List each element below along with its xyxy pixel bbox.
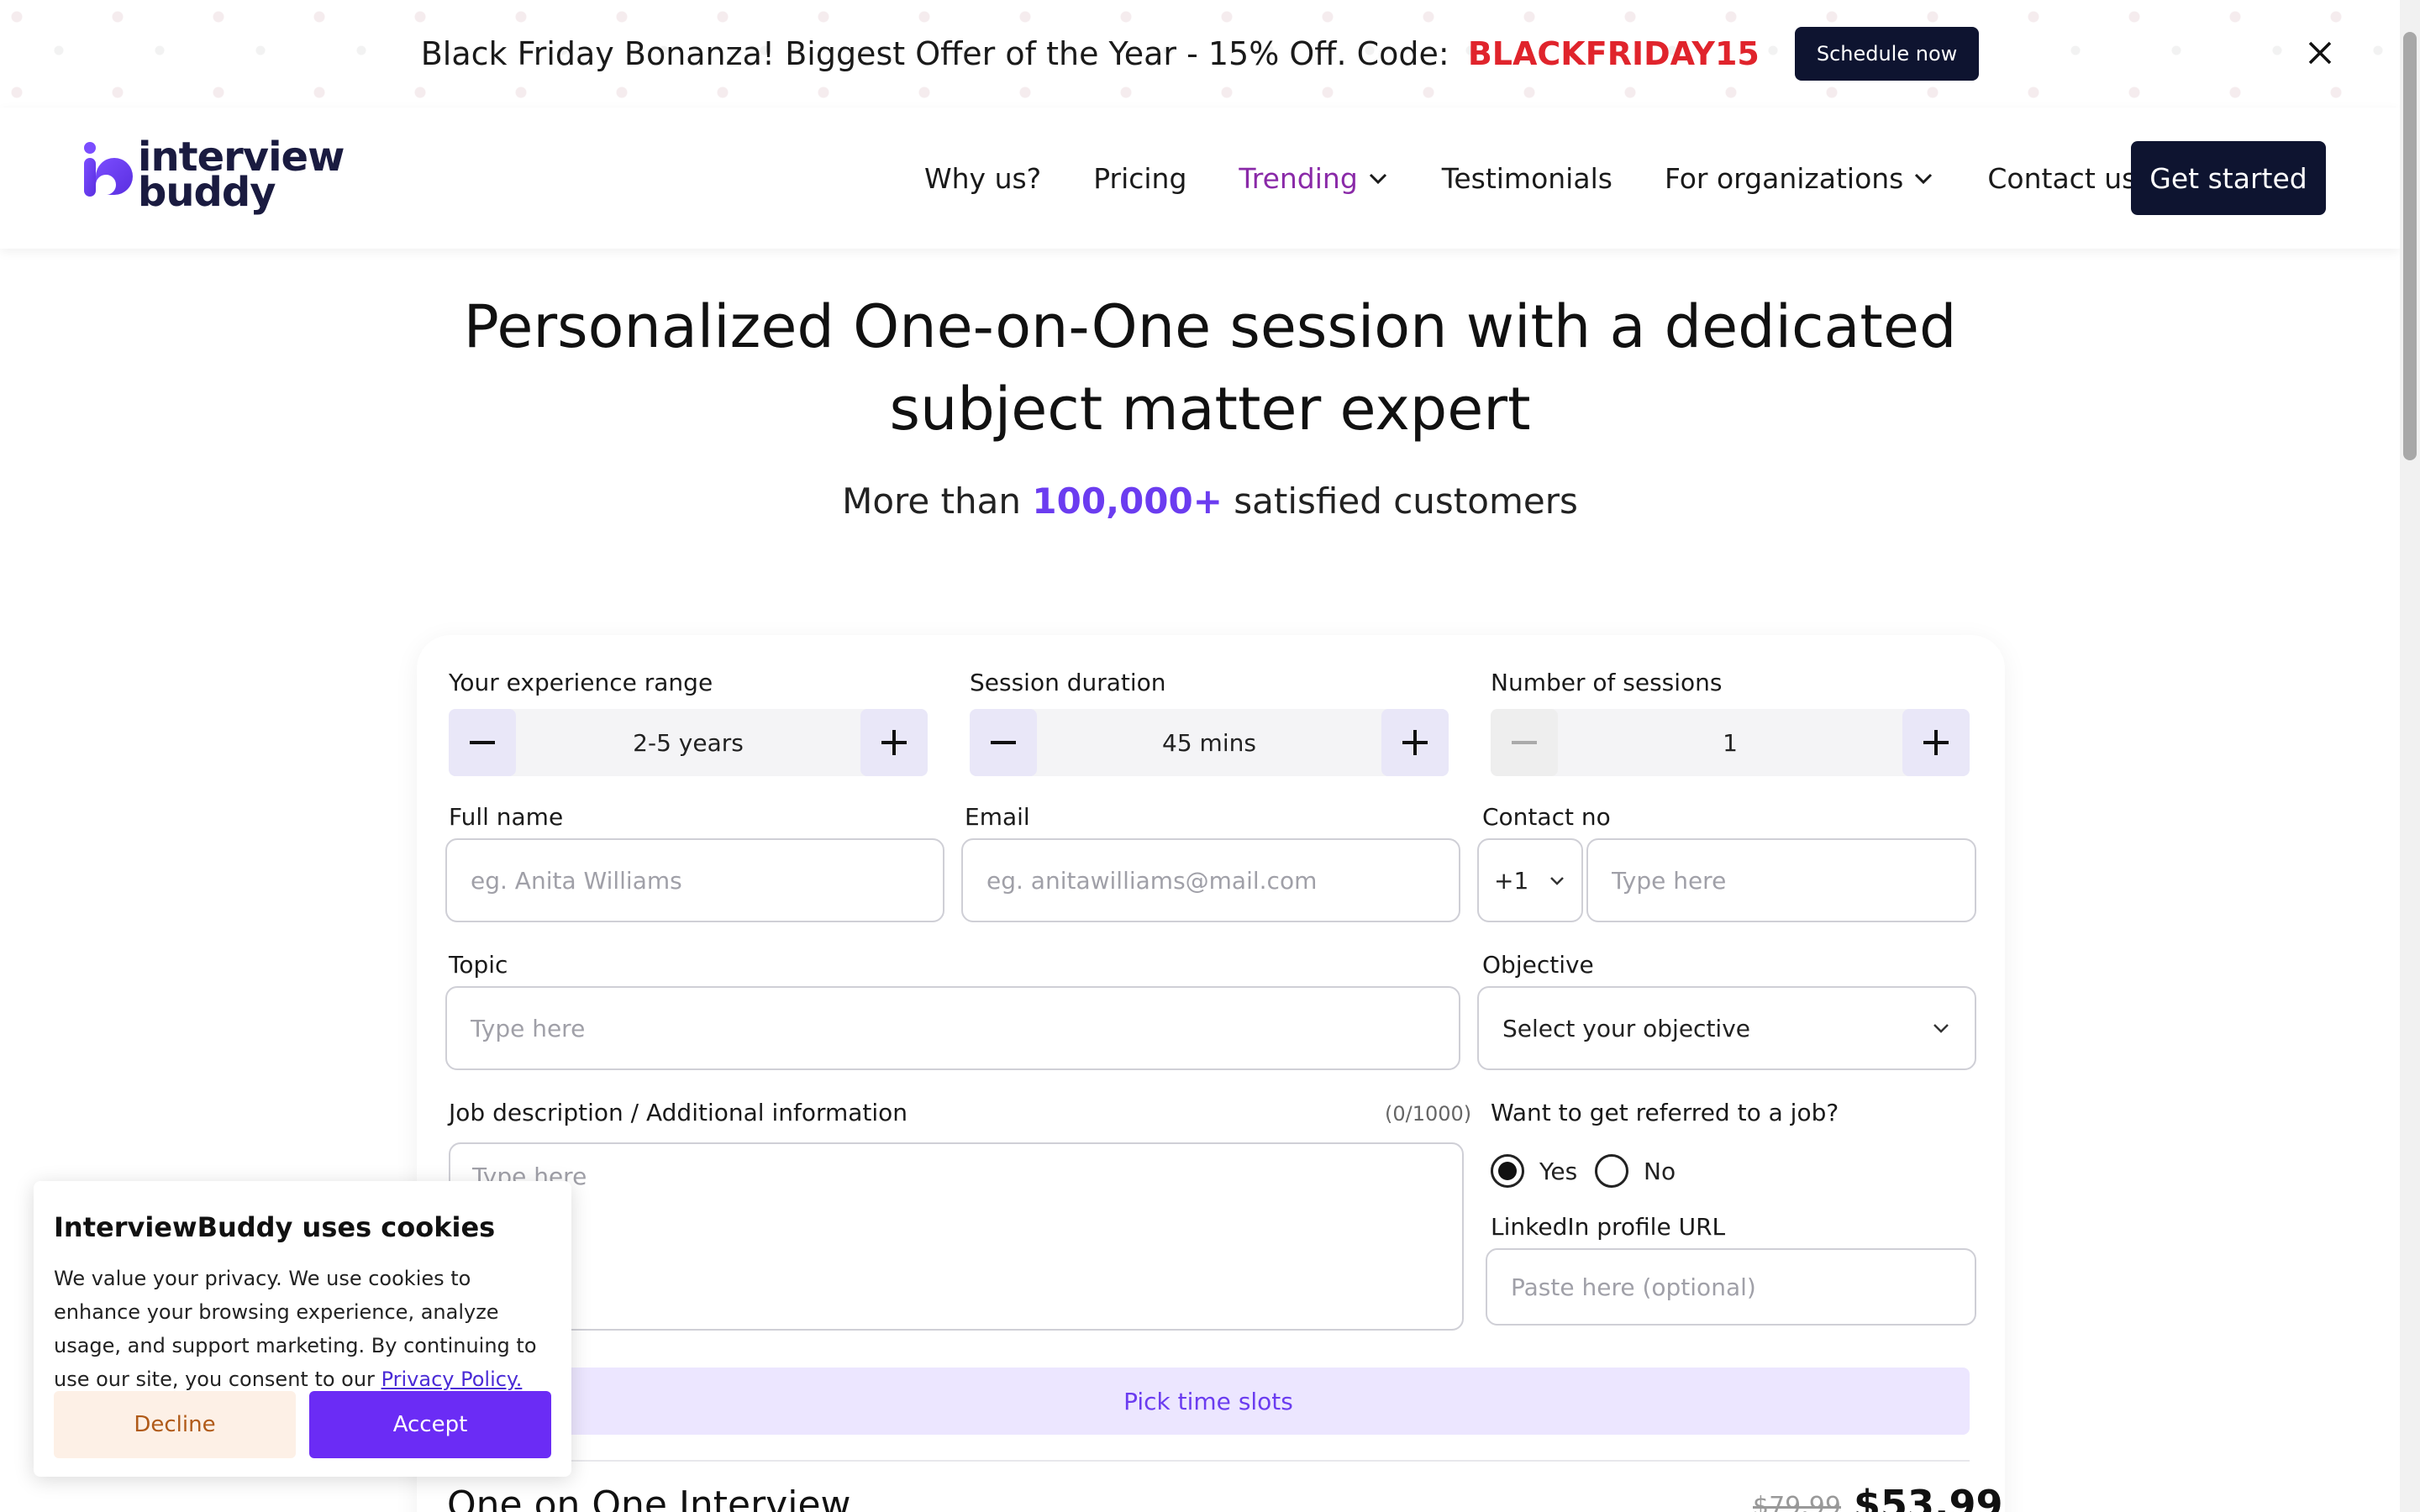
- chevron-down-icon: [1369, 173, 1386, 185]
- duration-stepper: 45 mins: [970, 709, 1449, 776]
- experience-increment-button[interactable]: [860, 709, 928, 776]
- nav-contact-us[interactable]: Contact us: [1987, 162, 2136, 195]
- referral-no-radio[interactable]: No: [1595, 1154, 1676, 1188]
- experience-decrement-button[interactable]: [449, 709, 516, 776]
- linkedin-label: LinkedIn profile URL: [1491, 1213, 1726, 1241]
- cookie-title: InterviewBuddy uses cookies: [54, 1211, 496, 1243]
- promo-bar: Black Friday Bonanza! Biggest Offer of t…: [0, 0, 2400, 108]
- job-description-textarea[interactable]: [449, 1142, 1464, 1331]
- contact-number-field[interactable]: [1586, 838, 1976, 922]
- linkedin-url-field[interactable]: [1486, 1248, 1976, 1326]
- close-icon: [2308, 41, 2332, 65]
- cookie-body: We value your privacy. We use cookies to…: [54, 1262, 551, 1396]
- schedule-now-button[interactable]: Schedule now: [1794, 27, 1980, 81]
- nav-pricing-label: Pricing: [1093, 161, 1187, 195]
- full-name-field[interactable]: [445, 838, 944, 922]
- nav-contact-label: Contact us: [1987, 161, 2137, 195]
- nav-why-us-label: Why us?: [924, 161, 1042, 195]
- sessions-label: Number of sessions: [1491, 669, 1723, 696]
- promo-message-text: Black Friday Bonanza! Biggest Offer of t…: [420, 35, 1449, 72]
- cookie-consent-banner: InterviewBuddy uses cookies We value you…: [34, 1181, 571, 1477]
- nav-testimonials-label: Testimonials: [1441, 161, 1612, 195]
- country-code-value: +1: [1494, 866, 1529, 895]
- email-field[interactable]: [961, 838, 1460, 922]
- referral-no-label: No: [1644, 1157, 1676, 1185]
- get-started-button[interactable]: Get started: [2131, 141, 2326, 215]
- sessions-stepper: 1: [1491, 709, 1970, 776]
- scrollbar-thumb[interactable]: [2403, 32, 2417, 460]
- experience-value: 2-5 years: [633, 728, 744, 757]
- full-name-label: Full name: [449, 803, 564, 831]
- privacy-policy-link[interactable]: Privacy Policy.: [381, 1368, 523, 1391]
- page-title: Personalized One-on-One session with a d…: [463, 292, 1957, 444]
- sessions-decrement-button[interactable]: [1491, 709, 1558, 776]
- cookie-actions: Decline Accept: [54, 1391, 551, 1458]
- divider: [447, 1460, 1970, 1462]
- chevron-down-icon: [1915, 173, 1933, 185]
- nav-trending[interactable]: Trending: [1239, 162, 1389, 195]
- original-price: $79.99: [1753, 1492, 1841, 1512]
- nav-testimonials[interactable]: Testimonials: [1442, 162, 1612, 195]
- topic-field[interactable]: [445, 986, 1460, 1070]
- email-label: Email: [965, 803, 1030, 831]
- referral-label: Want to get referred to a job?: [1491, 1099, 1839, 1126]
- nav-organizations[interactable]: For organizations: [1665, 162, 1935, 195]
- minus-icon: [1512, 741, 1537, 744]
- sessions-increment-button[interactable]: [1902, 709, 1970, 776]
- duration-increment-button[interactable]: [1381, 709, 1449, 776]
- nav-trending-label: Trending: [1239, 161, 1358, 195]
- nav-organizations-label: For organizations: [1664, 161, 1904, 195]
- discounted-price: $53.99: [1854, 1482, 2003, 1512]
- nav-pricing[interactable]: Pricing: [1093, 162, 1186, 195]
- product-title: One on One Interview: [447, 1483, 851, 1512]
- objective-select[interactable]: Select your objective: [1477, 986, 1976, 1070]
- objective-value: Select your objective: [1502, 1014, 1750, 1042]
- referral-yes-radio[interactable]: Yes: [1491, 1154, 1577, 1188]
- hero-sub-prefix: More than: [842, 480, 1022, 522]
- hero-subtitle: More than 100,000+ satisfied customers: [370, 480, 2050, 522]
- radio-unchecked-icon: [1595, 1154, 1628, 1188]
- objective-label: Objective: [1482, 951, 1594, 979]
- hero-sub-suffix: satisfied customers: [1234, 480, 1578, 522]
- close-promo-button[interactable]: [2299, 32, 2341, 74]
- logo-mark-icon: [84, 142, 133, 197]
- pick-time-slots-button[interactable]: Pick time slots: [447, 1368, 1970, 1435]
- minus-icon: [991, 741, 1016, 744]
- booking-form-card: Your experience range 2-5 years Session …: [417, 635, 2005, 1512]
- site-header: interview buddy Why us? Pricing Trending…: [0, 108, 2400, 249]
- nav-why-us[interactable]: Why us?: [924, 162, 1041, 195]
- customer-count: 100,000+: [1032, 480, 1223, 522]
- experience-stepper: 2-5 years: [449, 709, 928, 776]
- sessions-value: 1: [1723, 728, 1738, 757]
- job-description-counter: (0/1000): [1385, 1102, 1472, 1126]
- country-code-select[interactable]: +1: [1477, 838, 1583, 922]
- plus-icon: [1402, 730, 1428, 755]
- experience-label: Your experience range: [449, 669, 713, 696]
- promo-code: BLACKFRIDAY15: [1467, 35, 1760, 72]
- accept-cookies-button[interactable]: Accept: [309, 1391, 551, 1458]
- main-nav: Why us? Pricing Trending Testimonials Fo…: [924, 151, 2188, 205]
- radio-checked-icon: [1491, 1154, 1524, 1188]
- chevron-down-icon: [1933, 1024, 1949, 1033]
- minus-icon: [470, 741, 495, 744]
- referral-yes-label: Yes: [1539, 1157, 1578, 1185]
- chevron-down-icon: [1550, 877, 1564, 885]
- topic-label: Topic: [449, 951, 508, 979]
- promo-message: Black Friday Bonanza! Biggest Offer of t…: [421, 35, 1760, 72]
- page-scrollbar[interactable]: [2400, 0, 2420, 1512]
- duration-decrement-button[interactable]: [970, 709, 1037, 776]
- duration-value: 45 mins: [1162, 728, 1256, 757]
- duration-label: Session duration: [970, 669, 1166, 696]
- job-description-label: Job description / Additional information: [449, 1099, 908, 1126]
- plus-icon: [1923, 730, 1949, 755]
- logo-wordmark: interview buddy: [138, 137, 345, 213]
- plus-icon: [881, 730, 907, 755]
- decline-cookies-button[interactable]: Decline: [54, 1391, 296, 1458]
- contact-label: Contact no: [1482, 803, 1611, 831]
- logo[interactable]: interview buddy: [81, 137, 345, 213]
